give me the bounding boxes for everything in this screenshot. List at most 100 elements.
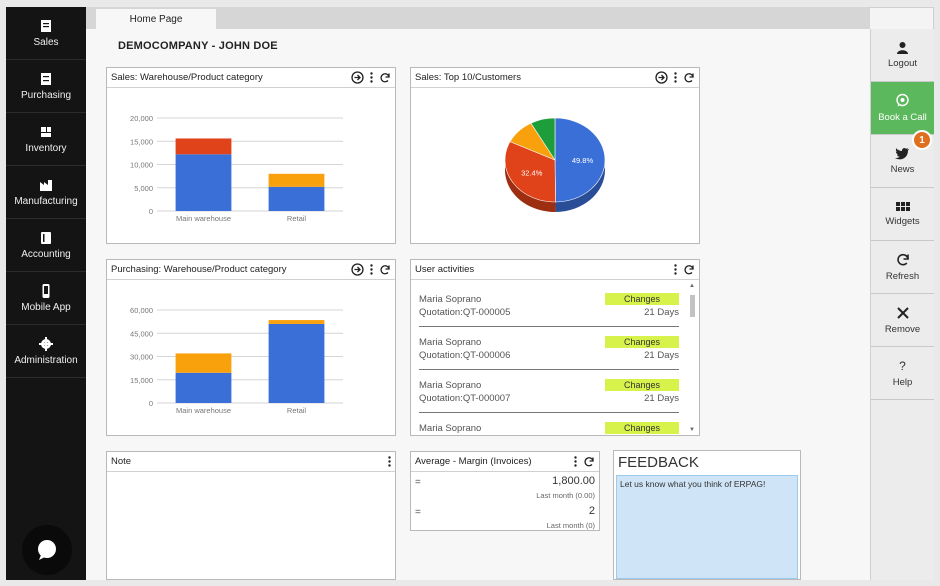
nav-item-accounting[interactable]: Accounting	[6, 219, 86, 272]
right-toolbar: Logout Book a Call 1 News Widgets Refres…	[870, 29, 934, 580]
bar-segment	[268, 323, 325, 403]
help-button[interactable]: ? Help	[871, 347, 934, 400]
activity-age: 21 Days	[644, 307, 679, 318]
logout-button[interactable]: Logout	[871, 29, 934, 82]
scrollbar[interactable]: ▲ ▼	[688, 283, 697, 433]
tab-home-page[interactable]: Home Page	[96, 9, 216, 29]
activity-item[interactable]: Maria Soprano Quotation:QT-000005 Change…	[419, 289, 683, 329]
bar-segment	[175, 138, 232, 155]
widget-title: Sales: Top 10/Customers	[415, 72, 521, 83]
nav-label: Mobile App	[21, 302, 71, 313]
remove-button[interactable]: Remove	[871, 294, 934, 347]
nav-item-manufacturing[interactable]: Manufacturing	[6, 166, 86, 219]
nav-item-inventory[interactable]: Inventory	[6, 113, 86, 166]
widget-title: Sales: Warehouse/Product category	[111, 72, 263, 83]
company-title: DEMOCOMPANY - JOHN DOE	[118, 40, 278, 52]
divider	[419, 326, 679, 327]
widget-user-activities: User activities Maria Soprano Quotation:…	[410, 259, 700, 436]
help-icon: ?	[899, 358, 906, 373]
more-icon[interactable]	[674, 72, 677, 83]
widgets-button[interactable]: Widgets	[871, 188, 934, 241]
activity-age: 21 Days	[644, 393, 679, 404]
activity-item[interactable]: Maria Soprano Quotation:QT-000006 Change…	[419, 332, 683, 372]
widget-note: Note	[106, 451, 396, 580]
refresh-icon[interactable]	[379, 264, 391, 276]
widget-title: Average - Margin (Invoices)	[415, 456, 532, 467]
x-tick-label: Retail	[287, 406, 307, 415]
purchasing-warehouse-chart: 0 15,000 30,000 45,000 60,000 Main warehouse R…	[130, 306, 343, 415]
widget-title: Note	[111, 456, 132, 467]
sales-icon	[41, 20, 51, 32]
bar-segment	[268, 186, 325, 211]
activity-action-tag: Changes	[605, 422, 679, 434]
y-tick-label: 45,000	[130, 329, 153, 338]
y-tick-label: 10,000	[130, 161, 153, 170]
widget-average-margin: Average - Margin (Invoices) = 1,800.00 L…	[410, 451, 600, 531]
toolbar-label: Widgets	[885, 215, 920, 227]
nav-label: Administration	[14, 355, 78, 366]
nav-label: Accounting	[21, 249, 71, 260]
widgets-icon	[895, 201, 910, 211]
more-icon[interactable]	[370, 72, 373, 83]
margin-eq: =	[415, 477, 421, 488]
nav-item-administration[interactable]: Administration	[6, 325, 86, 378]
mobile-icon	[42, 284, 50, 298]
top-customers-pie-chart: 49.8% 32.4%	[504, 117, 606, 212]
more-icon[interactable]	[370, 264, 373, 275]
open-arrow-icon[interactable]	[351, 71, 364, 84]
open-arrow-icon[interactable]	[351, 263, 364, 276]
toolbar-label: News	[890, 164, 915, 175]
bar-segment	[175, 154, 232, 211]
pie-label: 32.4%	[521, 168, 543, 177]
toolbar-label: Book a Call	[878, 112, 927, 123]
margin-value: 1,800.00	[552, 475, 595, 487]
sales-warehouse-chart: 0 5,000 10,000 15,000 20,000 Main warehouse Re…	[130, 114, 343, 223]
bar-segment	[175, 372, 232, 403]
activity-user: Maria Soprano	[419, 380, 482, 391]
x-tick-label: Main warehouse	[176, 406, 231, 415]
activity-item[interactable]: Maria Soprano Changes	[419, 418, 683, 435]
y-tick-label: 60,000	[130, 306, 153, 315]
nav-item-purchasing[interactable]: Purchasing	[6, 60, 86, 113]
activity-item[interactable]: Maria Soprano Quotation:QT-000007 Change…	[419, 375, 683, 415]
nav-item-mobile-app[interactable]: Mobile App	[6, 272, 86, 325]
scroll-thumb[interactable]	[690, 295, 695, 317]
y-tick-label: 0	[149, 399, 153, 408]
open-arrow-icon[interactable]	[655, 71, 668, 84]
y-tick-label: 20,000	[130, 114, 153, 123]
refresh-icon[interactable]	[683, 264, 695, 276]
widget-feedback: FEEDBACK Let us know what you think of E…	[613, 450, 801, 580]
refresh-icon[interactable]	[683, 72, 695, 84]
bar-segment	[268, 173, 325, 185]
refresh-icon[interactable]	[583, 456, 595, 468]
activity-doc: Quotation:QT-000007	[419, 393, 511, 404]
x-tick-label: Main warehouse	[176, 214, 231, 223]
refresh-icon	[896, 253, 909, 265]
activity-doc: Quotation:QT-000006	[419, 350, 511, 361]
whatsapp-icon	[896, 93, 909, 107]
margin-value: 2	[588, 505, 595, 517]
note-textarea[interactable]	[107, 473, 395, 579]
chat-button[interactable]	[22, 525, 72, 575]
more-icon[interactable]	[674, 264, 677, 275]
activity-action-tag: Changes	[605, 336, 679, 348]
refresh-all-button[interactable]: Refresh	[871, 241, 934, 294]
nav-item-sales[interactable]: Sales	[6, 7, 86, 60]
book-a-call-button[interactable]: Book a Call 1	[871, 82, 934, 150]
left-nav: Sales Purchasing Inventory Manufacturing…	[6, 7, 86, 580]
y-tick-label: 15,000	[130, 376, 153, 385]
widget-sales-top-customers: Sales: Top 10/Customers 49.8% 32.4%	[410, 67, 700, 244]
twitter-icon	[895, 148, 909, 160]
toolbar-label: Remove	[884, 323, 921, 335]
more-icon[interactable]	[574, 456, 577, 467]
refresh-icon[interactable]	[379, 72, 391, 84]
more-icon[interactable]	[388, 456, 391, 467]
bar-segment	[268, 184, 325, 187]
manufacturing-icon	[40, 180, 52, 191]
scroll-down-icon[interactable]: ▼	[689, 427, 695, 433]
notification-badge: 1	[912, 130, 932, 150]
scroll-up-icon[interactable]: ▲	[689, 283, 695, 289]
feedback-textarea[interactable]: Let us know what you think of ERPAG!	[616, 475, 798, 579]
activity-list: Maria Soprano Quotation:QT-000005 Change…	[411, 281, 699, 435]
y-tick-label: 15,000	[130, 137, 153, 146]
